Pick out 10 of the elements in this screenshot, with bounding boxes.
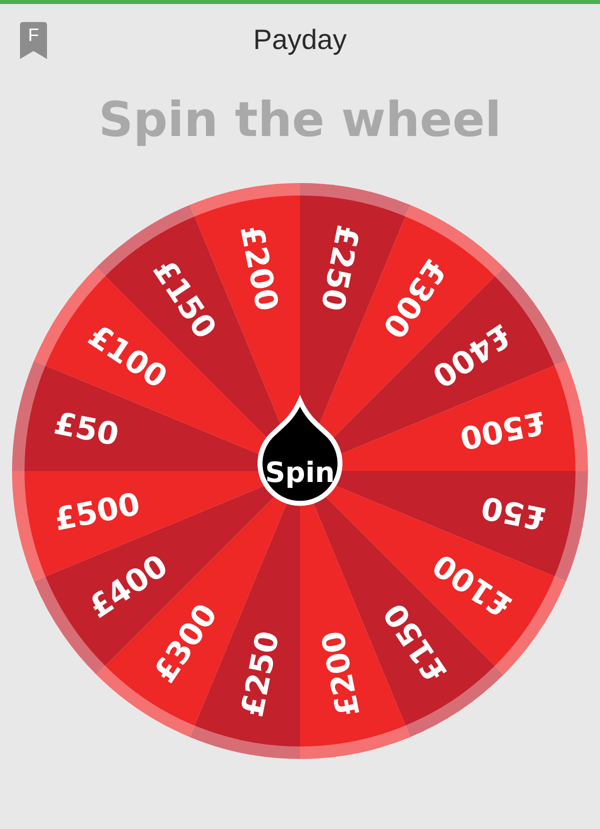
prize-label: £250 xyxy=(313,222,366,314)
prize-label: £500 xyxy=(51,486,144,538)
prize-label: £200 xyxy=(232,222,285,314)
prize-label: £500 xyxy=(456,404,549,456)
prize-label: £50 xyxy=(478,488,549,536)
prize-label: £200 xyxy=(315,628,368,720)
page-heading: Spin the wheel xyxy=(98,92,502,148)
app-title: Payday xyxy=(253,24,347,56)
prize-label: £50 xyxy=(51,406,122,454)
prize-label: £250 xyxy=(234,628,287,720)
